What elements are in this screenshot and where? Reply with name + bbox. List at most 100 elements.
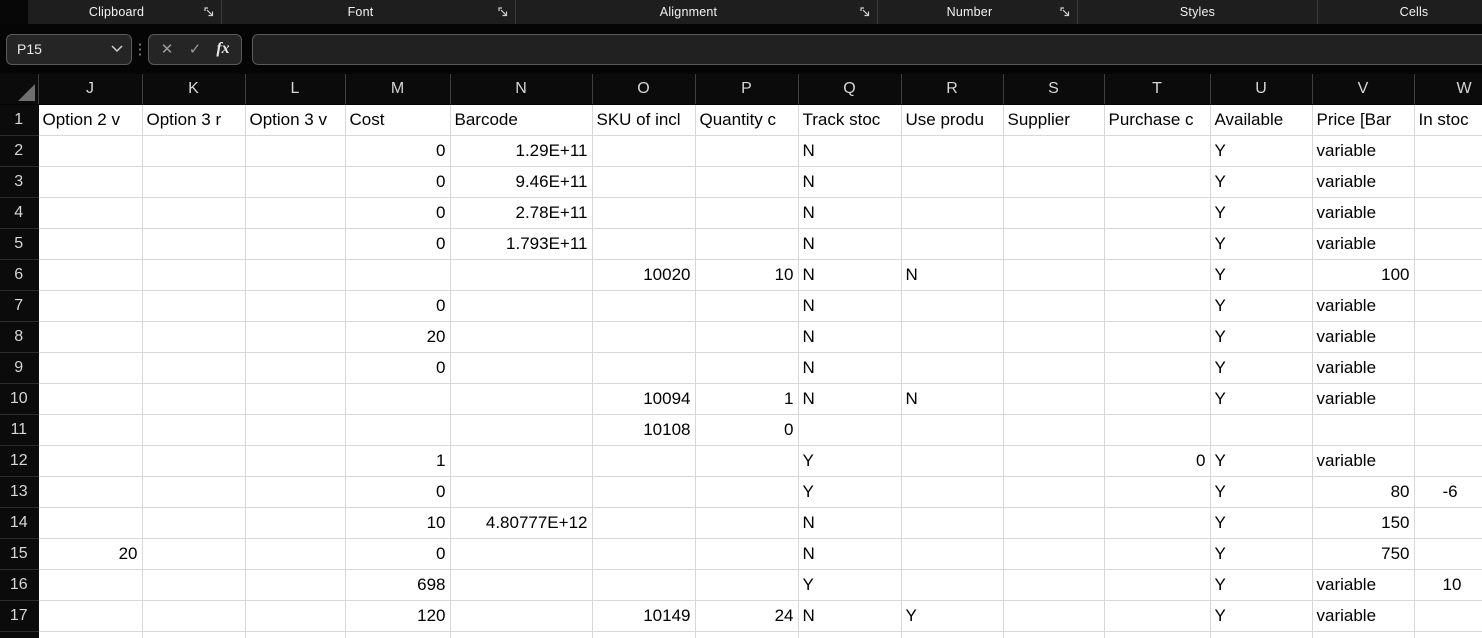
cell-R15[interactable] <box>901 538 1004 570</box>
cell-R18[interactable] <box>901 631 1004 638</box>
cell-U12[interactable]: Y <box>1210 445 1313 477</box>
cell-W15[interactable] <box>1414 538 1482 570</box>
cell-T4[interactable] <box>1104 197 1211 229</box>
cell-M15[interactable]: 0 <box>345 538 451 570</box>
cell-S15[interactable] <box>1003 538 1105 570</box>
cell-U3[interactable]: Y <box>1210 166 1313 198</box>
cell-N6[interactable] <box>450 259 593 291</box>
cell-S17[interactable] <box>1003 600 1105 632</box>
cell-V13[interactable]: 80 <box>1312 476 1415 508</box>
row-header-10[interactable]: 10 <box>0 383 39 415</box>
cell-N10[interactable] <box>450 383 593 415</box>
cell-K11[interactable] <box>142 414 246 446</box>
cell-V1[interactable]: Price [Bar <box>1312 104 1415 136</box>
cell-L8[interactable] <box>245 321 346 353</box>
cell-M18[interactable] <box>345 631 451 638</box>
cell-O10[interactable]: 10094 <box>592 383 696 415</box>
cell-P10[interactable]: 1 <box>695 383 799 415</box>
cell-L16[interactable] <box>245 569 346 601</box>
cell-V17[interactable]: variable <box>1312 600 1415 632</box>
cell-L14[interactable] <box>245 507 346 539</box>
cell-J18[interactable] <box>38 631 143 638</box>
cell-S14[interactable] <box>1003 507 1105 539</box>
cell-J12[interactable] <box>38 445 143 477</box>
cell-L12[interactable] <box>245 445 346 477</box>
cell-O11[interactable]: 10108 <box>592 414 696 446</box>
cell-K3[interactable] <box>142 166 246 198</box>
cell-P7[interactable] <box>695 290 799 322</box>
cell-O9[interactable] <box>592 352 696 384</box>
row-header-1[interactable]: 1 <box>0 104 39 136</box>
cell-W9[interactable] <box>1414 352 1482 384</box>
cell-Q1[interactable]: Track stoc <box>798 104 902 136</box>
cell-S3[interactable] <box>1003 166 1105 198</box>
cell-O1[interactable]: SKU of incl <box>592 104 696 136</box>
column-header-M[interactable]: M <box>345 74 451 105</box>
cell-U7[interactable]: Y <box>1210 290 1313 322</box>
cell-M14[interactable]: 10 <box>345 507 451 539</box>
cell-R8[interactable] <box>901 321 1004 353</box>
cell-T8[interactable] <box>1104 321 1211 353</box>
cell-M1[interactable]: Cost <box>345 104 451 136</box>
row-header-17[interactable]: 17 <box>0 600 39 632</box>
cell-T9[interactable] <box>1104 352 1211 384</box>
cell-V8[interactable]: variable <box>1312 321 1415 353</box>
font-dialog-launcher-icon[interactable] <box>496 5 510 19</box>
cell-Q7[interactable]: N <box>798 290 902 322</box>
cell-O16[interactable] <box>592 569 696 601</box>
row-header-3[interactable]: 3 <box>0 166 39 198</box>
cell-T18[interactable] <box>1104 631 1211 638</box>
cell-R6[interactable]: N <box>901 259 1004 291</box>
cancel-button[interactable]: ✕ <box>153 35 181 64</box>
cell-U13[interactable]: Y <box>1210 476 1313 508</box>
cell-M5[interactable]: 0 <box>345 228 451 260</box>
cell-L7[interactable] <box>245 290 346 322</box>
cell-S6[interactable] <box>1003 259 1105 291</box>
cell-N2[interactable]: 1.29E+11 <box>450 135 593 167</box>
cell-O12[interactable] <box>592 445 696 477</box>
cell-J9[interactable] <box>38 352 143 384</box>
cell-O7[interactable] <box>592 290 696 322</box>
cell-V11[interactable] <box>1312 414 1415 446</box>
cell-Q3[interactable]: N <box>798 166 902 198</box>
cell-S8[interactable] <box>1003 321 1105 353</box>
row-header-18[interactable] <box>0 631 39 638</box>
cell-U18[interactable] <box>1210 631 1313 638</box>
cell-T14[interactable] <box>1104 507 1211 539</box>
cell-K15[interactable] <box>142 538 246 570</box>
cell-P5[interactable] <box>695 228 799 260</box>
cell-K10[interactable] <box>142 383 246 415</box>
cell-O18[interactable] <box>592 631 696 638</box>
cell-T17[interactable] <box>1104 600 1211 632</box>
cell-T10[interactable] <box>1104 383 1211 415</box>
cell-T1[interactable]: Purchase c <box>1104 104 1211 136</box>
cell-O4[interactable] <box>592 197 696 229</box>
cell-V3[interactable]: variable <box>1312 166 1415 198</box>
cell-Q4[interactable]: N <box>798 197 902 229</box>
cell-U1[interactable]: Available <box>1210 104 1313 136</box>
cell-S12[interactable] <box>1003 445 1105 477</box>
cell-Q9[interactable]: N <box>798 352 902 384</box>
cell-J8[interactable] <box>38 321 143 353</box>
cell-L13[interactable] <box>245 476 346 508</box>
cell-N16[interactable] <box>450 569 593 601</box>
cell-U11[interactable] <box>1210 414 1313 446</box>
cell-N11[interactable] <box>450 414 593 446</box>
cell-P1[interactable]: Quantity c <box>695 104 799 136</box>
cell-R13[interactable] <box>901 476 1004 508</box>
cell-U10[interactable]: Y <box>1210 383 1313 415</box>
cell-J16[interactable] <box>38 569 143 601</box>
cell-V15[interactable]: 750 <box>1312 538 1415 570</box>
cell-M16[interactable]: 698 <box>345 569 451 601</box>
cell-W4[interactable] <box>1414 197 1482 229</box>
cell-L18[interactable] <box>245 631 346 638</box>
cell-P2[interactable] <box>695 135 799 167</box>
cell-J17[interactable] <box>38 600 143 632</box>
cell-N8[interactable] <box>450 321 593 353</box>
cell-Q10[interactable]: N <box>798 383 902 415</box>
cell-T7[interactable] <box>1104 290 1211 322</box>
cell-Q16[interactable]: Y <box>798 569 902 601</box>
cell-K9[interactable] <box>142 352 246 384</box>
name-box[interactable]: P15 <box>6 33 132 65</box>
column-header-W[interactable]: W <box>1414 74 1482 105</box>
